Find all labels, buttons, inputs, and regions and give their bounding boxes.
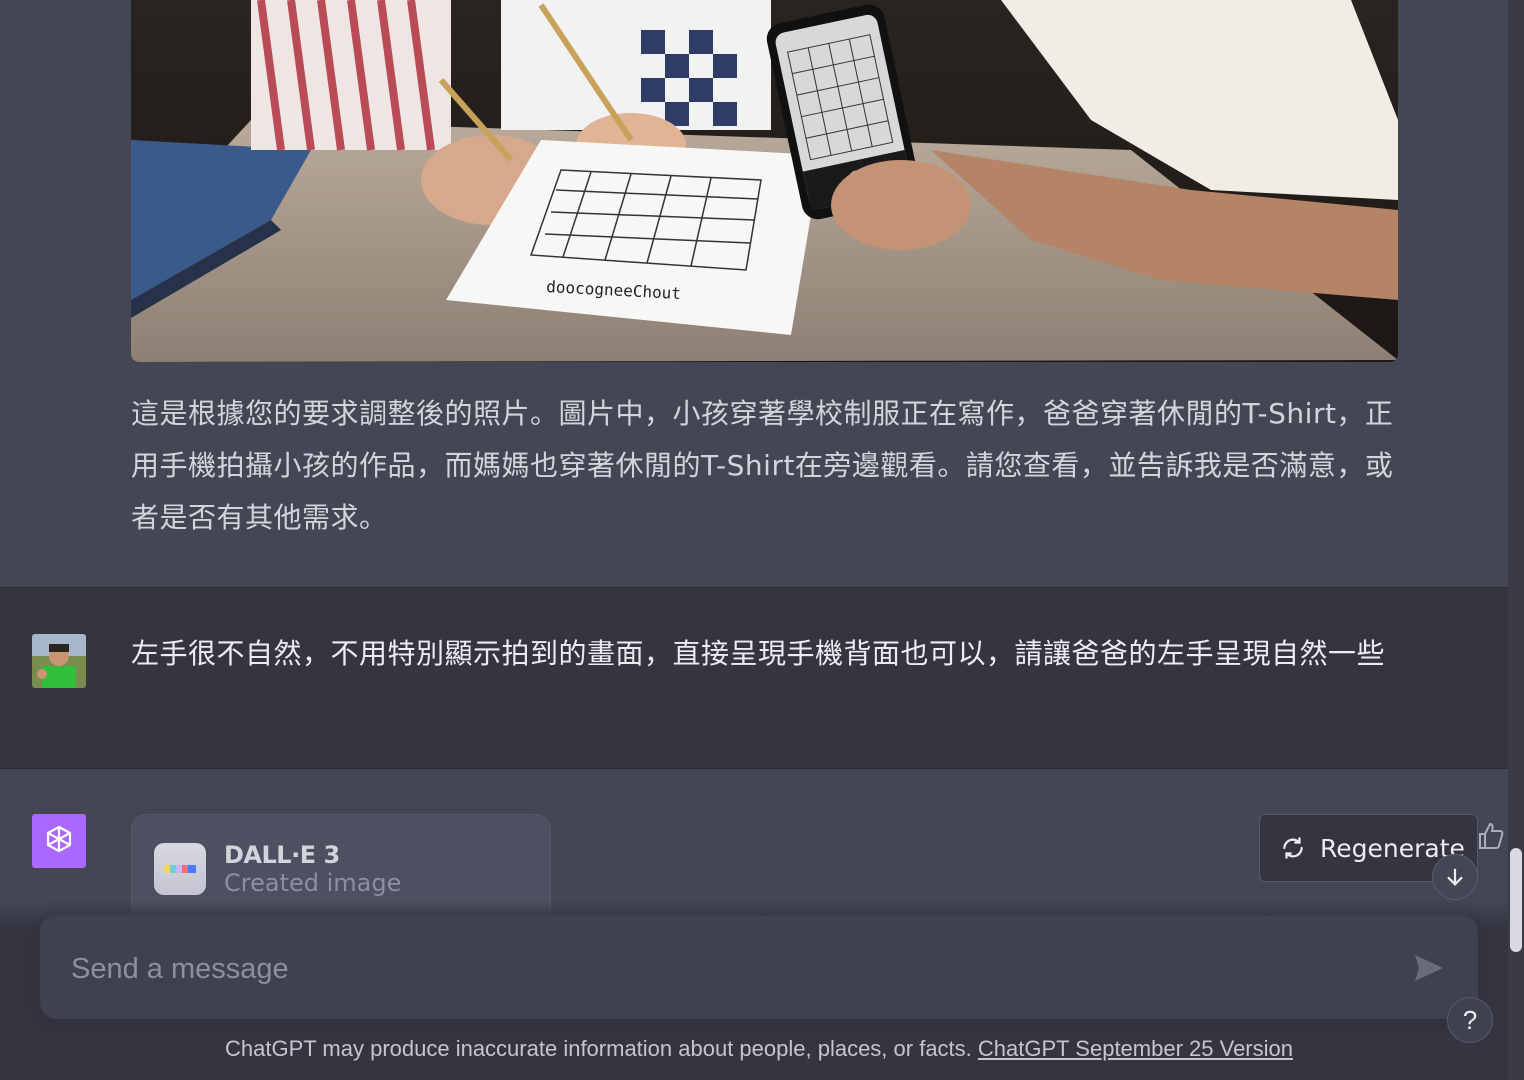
user-message: 左手很不自然，不用特別顯示拍到的畫面，直接呈現手機背面也可以，請讓爸爸的左手呈現… <box>0 587 1508 769</box>
thumbs-up-icon[interactable] <box>1476 820 1504 856</box>
message-composer <box>40 915 1478 1019</box>
assistant-reply-text: 這是根據您的要求調整後的照片。圖片中，小孩穿著學校制服正在寫作，爸爸穿著休閒的T… <box>131 397 1394 534</box>
help-label: ? <box>1462 1004 1478 1035</box>
scrollbar-thumb[interactable] <box>1510 848 1522 952</box>
version-link[interactable]: ChatGPT September 25 Version <box>978 1036 1293 1061</box>
dalle-card-title: DALL·E 3 <box>224 841 340 869</box>
dalle-icon <box>154 843 206 895</box>
dalle-card-subtitle: Created image <box>224 869 402 897</box>
arrow-down-icon <box>1447 868 1463 886</box>
message-input[interactable] <box>69 946 1373 992</box>
help-button[interactable]: ? <box>1447 997 1493 1043</box>
assistant-message: doocogneeChout 這是根據您的要求調整後的照片。圖片中，小孩穿著學校… <box>0 0 1508 587</box>
user-avatar <box>32 634 86 688</box>
refresh-icon <box>1283 837 1303 859</box>
user-message-text: 左手很不自然，不用特別顯示拍到的畫面，直接呈現手機背面也可以，請讓爸爸的左手呈現… <box>131 637 1386 670</box>
footer-disclaimer: ChatGPT may produce inaccurate informati… <box>0 1036 1518 1062</box>
generated-image[interactable]: doocogneeChout <box>131 0 1398 362</box>
send-button[interactable] <box>1407 948 1451 988</box>
chatgpt-logo-icon <box>32 814 86 868</box>
disclaimer-text: ChatGPT may produce inaccurate informati… <box>225 1036 978 1061</box>
chat-app: doocogneeChout 這是根據您的要求調整後的照片。圖片中，小孩穿著學校… <box>0 0 1524 1080</box>
scroll-to-bottom-button[interactable] <box>1432 854 1478 900</box>
send-icon <box>1415 955 1443 981</box>
